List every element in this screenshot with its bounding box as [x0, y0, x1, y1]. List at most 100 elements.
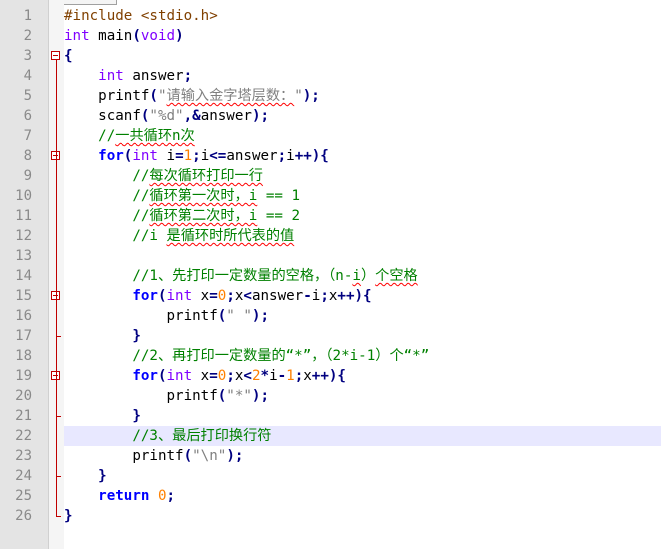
code-line[interactable]: 7 //一共循环n次 — [0, 126, 661, 146]
code-text[interactable]: //一共循环n次 — [64, 126, 661, 146]
code-token: ） — [360, 268, 376, 284]
code-token: ; — [294, 368, 304, 384]
code-token: printf — [64, 448, 184, 464]
code-line[interactable]: 20 printf("*"); — [0, 386, 661, 406]
code-token: ); — [302, 88, 320, 104]
line-number: 11 — [15, 208, 32, 224]
code-token: 2 — [251, 368, 261, 384]
line-number: 21 — [15, 408, 32, 424]
code-token: ( — [217, 308, 227, 324]
code-text[interactable]: //每次循环打印一行 — [64, 166, 661, 186]
code-token: i — [200, 148, 210, 164]
code-text[interactable]: printf("\n"); — [64, 446, 661, 466]
code-token: ; — [166, 488, 176, 504]
code-token: printf — [64, 388, 218, 404]
line-number: 17 — [15, 328, 32, 344]
code-token: printf — [64, 88, 150, 104]
code-text[interactable]: printf(" "); — [64, 306, 661, 326]
code-token: ++){ — [311, 368, 346, 384]
code-text[interactable]: } — [64, 466, 661, 486]
code-line[interactable]: 2 int main(void) — [0, 26, 661, 46]
code-token: ( — [149, 88, 158, 104]
line-number: 24 — [15, 468, 32, 484]
code-line[interactable]: 10 //循环第一次时，i == 1 — [0, 186, 661, 206]
code-token: ); — [251, 388, 270, 404]
code-text[interactable]: } — [64, 506, 661, 526]
code-token: int — [166, 368, 193, 384]
code-token: " — [157, 88, 167, 104]
code-token: printf — [64, 308, 218, 324]
code-text[interactable]: { — [64, 46, 661, 66]
code-token: "%d" — [149, 108, 184, 124]
line-number: 15 — [15, 288, 32, 304]
code-text[interactable]: //循环第一次时，i == 1 — [64, 186, 661, 206]
code-line[interactable]: 15 for(int x=0;x<answer-i;x++){ — [0, 286, 661, 306]
code-line[interactable]: 21 } — [0, 406, 661, 426]
code-text[interactable] — [64, 246, 661, 266]
line-number: 12 — [15, 228, 32, 244]
code-line[interactable]: 5 printf("请输入金字塔层数："); — [0, 86, 661, 106]
line-number: 14 — [15, 268, 32, 284]
code-text[interactable]: #include <stdio.h> — [64, 6, 661, 26]
code-text[interactable]: //i 是循环时所代表的值 — [64, 226, 661, 246]
code-line[interactable]: 14 //1、先打印一定数量的空格，（n-i）个空格 — [0, 266, 661, 286]
code-token: ( — [183, 448, 193, 464]
code-line[interactable]: 19 for(int x=0;x<2*i-1;x++){ — [0, 366, 661, 386]
code-line[interactable]: 18 //2、再打印一定数量的“*”，（2*i-1）个“*” — [0, 346, 661, 366]
code-line[interactable]: 11 //循环第二次时，i == 2 — [0, 206, 661, 226]
code-text[interactable]: //1、先打印一定数量的空格，（n-i）个空格 — [64, 266, 661, 286]
fold-toggle-icon[interactable] — [51, 51, 60, 60]
code-token: int — [166, 288, 193, 304]
code-line[interactable]: 24 } — [0, 466, 661, 486]
code-line[interactable]: 3{ — [0, 46, 661, 66]
line-number: 1 — [23, 8, 32, 24]
code-line[interactable]: 16 printf(" "); — [0, 306, 661, 326]
code-line[interactable]: 12 //i 是循环时所代表的值 — [0, 226, 661, 246]
code-text[interactable]: } — [64, 406, 661, 426]
code-line[interactable]: 13 — [0, 246, 661, 266]
code-token: i — [269, 368, 278, 384]
code-token: //1、先打印一定数量的空格，（n- — [64, 268, 353, 284]
line-number: 10 — [15, 188, 32, 204]
line-number: 8 — [23, 148, 32, 164]
code-text[interactable]: for(int i=1;i<=answer;i++){ — [64, 146, 661, 166]
code-text[interactable]: printf("*"); — [64, 386, 661, 406]
code-token: void — [140, 28, 176, 44]
code-text[interactable]: return 0; — [64, 486, 661, 506]
code-line[interactable]: 17 } — [0, 326, 661, 346]
code-token: ); — [251, 108, 270, 124]
code-text[interactable]: //循环第二次时，i == 2 — [64, 206, 661, 226]
code-editor[interactable]: 1 #include <stdio.h> 2 int main(void) 3{4 in… — [0, 0, 661, 549]
code-text[interactable]: printf("请输入金字塔层数："); — [64, 86, 661, 106]
code-token: for — [132, 288, 158, 304]
code-line[interactable]: 1 #include <stdio.h> — [0, 6, 661, 26]
code-token: ; — [192, 148, 201, 164]
code-line[interactable]: 26} — [0, 506, 661, 526]
code-line[interactable]: 6 scanf("%d",&answer); — [0, 106, 661, 126]
spellcheck-token: 是循环时所代表的值 — [166, 228, 295, 244]
code-text[interactable]: scanf("%d",&answer); — [64, 106, 661, 126]
code-line[interactable]: 9 //每次循环打印一行 — [0, 166, 661, 186]
code-text[interactable]: int main(void) — [64, 26, 661, 46]
code-token: { — [64, 48, 73, 64]
code-line[interactable]: 4 int answer; — [0, 66, 661, 86]
code-text[interactable]: for(int x=0;x<answer-i;x++){ — [64, 286, 661, 306]
code-token: < — [243, 288, 252, 304]
code-token: * — [260, 368, 270, 384]
code-text[interactable]: } — [64, 326, 661, 346]
code-text[interactable]: int answer; — [64, 66, 661, 86]
code-token: ; — [320, 288, 329, 304]
code-text[interactable]: for(int x=0;x<2*i-1;x++){ — [64, 366, 661, 386]
code-token: ++){ — [294, 148, 329, 164]
code-token: int — [98, 68, 124, 84]
code-line[interactable]: 8 for(int i=1;i<=answer;i++){ — [0, 146, 661, 166]
code-line[interactable]: 25 return 0; — [0, 486, 661, 506]
code-line[interactable]: 23 printf("\n"); — [0, 446, 661, 466]
code-token: return — [98, 488, 150, 504]
code-text[interactable]: //3、最后打印换行符 — [64, 426, 661, 446]
code-line[interactable]: 22 //3、最后打印换行符 — [0, 426, 661, 446]
code-text[interactable]: //2、再打印一定数量的“*”，（2*i-1）个“*” — [64, 346, 661, 366]
code-token: ; — [226, 288, 235, 304]
